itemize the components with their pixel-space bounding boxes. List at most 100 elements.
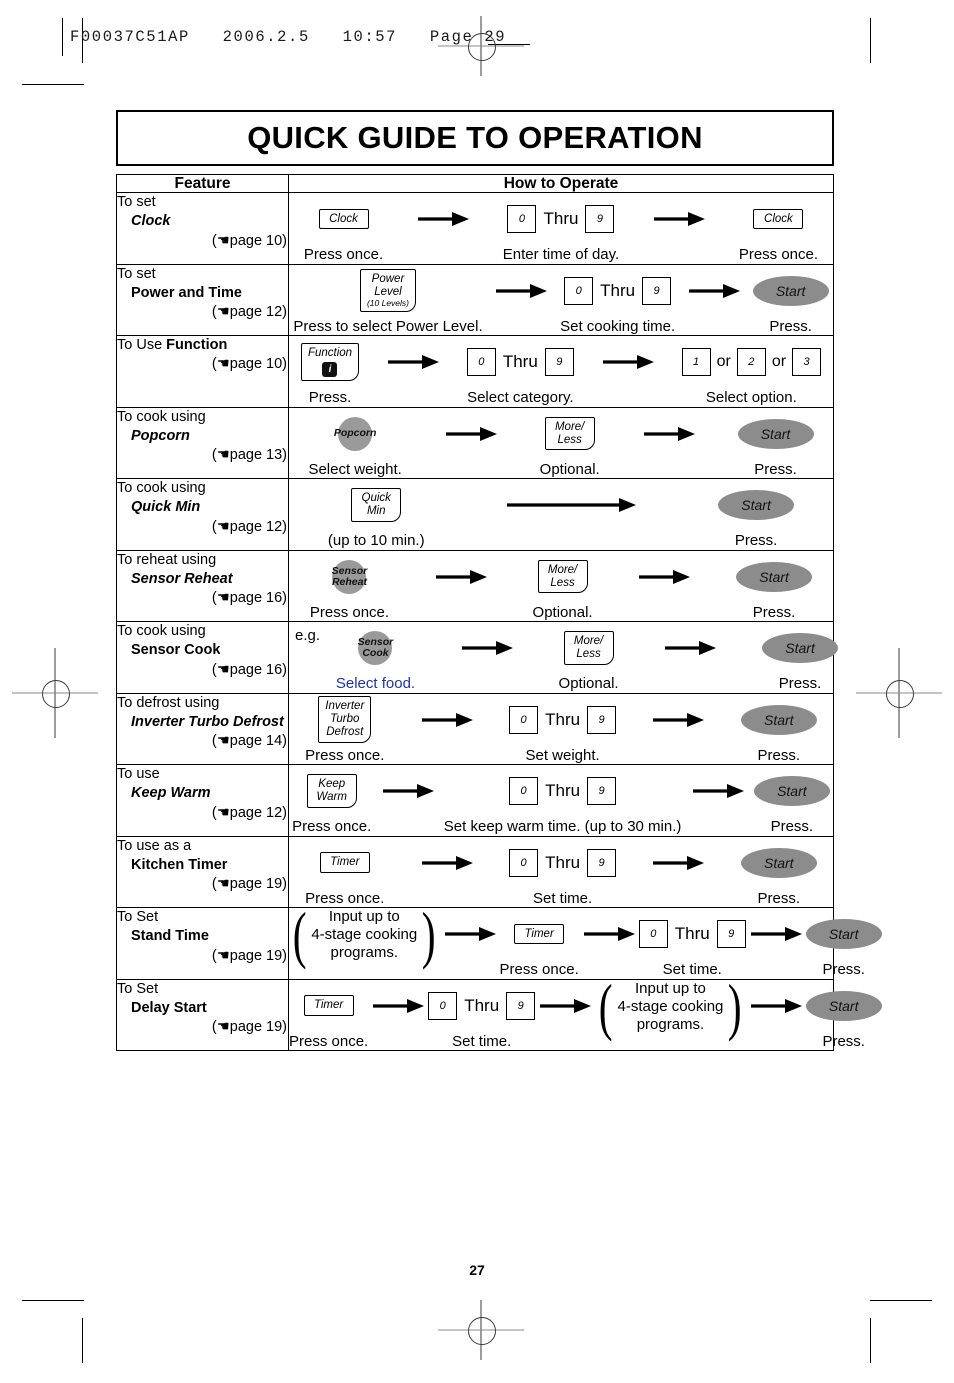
keypad-button-keep-warm[interactable]: Keep Warm [306,774,357,808]
feature-cell: To cook using Quick Min (☚page 12) [116,478,289,551]
start-button[interactable]: Start [762,633,839,664]
start-button[interactable]: Start [718,490,795,521]
option-key-2[interactable]: 2 [736,348,766,377]
thru-label: Thru [464,995,500,1015]
start-button[interactable]: Start [737,418,814,449]
number-key-0[interactable]: 0 [428,991,458,1020]
number-key-9[interactable]: 9 [544,348,574,377]
step-glyph: 0 Thru 9 [466,336,574,388]
number-key-9[interactable]: 9 [506,991,536,1020]
number-key-9[interactable]: 9 [642,276,672,305]
step-glyph: (Input up to 4-stage cooking programs.) [289,903,440,967]
arrow-icon [750,998,802,1013]
crop-mark-bottom-right-horizontal [870,1300,932,1301]
how-to-cell: e.g. Sensor Cook Select food. More/Less Optio… [288,621,839,694]
option-key-3[interactable]: 3 [792,348,822,377]
step-arrow [431,551,491,603]
step-caption: Set time. [452,1032,512,1050]
number-key-0[interactable]: 0 [564,276,594,305]
key-label-line: Clock [329,212,358,225]
keypad-button-timer[interactable]: Timer [319,852,370,873]
step-sequence: Inverter Turbo Defrost Press once. 0 Thru 9 Set… [289,694,833,765]
pad-label: Popcorn [334,428,377,439]
or-label: or [771,353,787,371]
number-key-0[interactable]: 0 [466,348,496,377]
feature-page-reference[interactable]: (☚page 19) [117,1018,288,1037]
start-button[interactable]: Start [736,561,813,592]
keypad-button-timer[interactable]: Timer [514,923,565,945]
start-button[interactable]: Start [753,776,830,807]
feature-page-reference[interactable]: (☚page 16) [117,661,288,680]
operation-step: Start Press. [805,908,882,979]
key-label-line: More/ [554,420,585,433]
step-caption: Select category. [467,389,574,407]
number-key-9[interactable]: 9 [587,777,617,806]
keypad-button-clock[interactable]: Clock [753,208,804,230]
table-row: To Set Stand Time (☚page 19)(Input up to 4-… [116,903,882,980]
feature-page-reference[interactable]: (☚page 13) [117,446,288,465]
number-key-9[interactable]: 9 [587,848,617,877]
keypad-button-more-less[interactable]: More/Less [537,559,588,594]
feature-page-reference[interactable]: (☚page 16) [117,589,288,608]
feature-cell: To reheat using Sensor Reheat (☚page 16) [116,549,289,623]
sensor-pad-button-popcorn[interactable]: Popcorn [334,416,376,451]
table-row: To set Power and Time (☚page 12) Power Level… [116,263,834,337]
print-slug-line: F00037C51AP 2006.2.5 10:57 Page 29 [70,24,506,50]
step-sequence: (Input up to 4-stage cooking programs.) Tim… [289,903,882,979]
arrow-icon [461,641,513,656]
feature-page-reference[interactable]: (☚page 19) [117,875,288,894]
operation-step: More/Less Optional. [559,622,619,693]
quick-guide-table: Feature How to Operate To set Clock (☚page… [116,173,882,1052]
feature-name: Clock [131,213,171,230]
keypad-button-clock[interactable]: Clock [318,208,369,230]
feature-page-reference[interactable]: (☚page 12) [117,303,288,322]
keypad-button-timer[interactable]: Timer [303,995,354,1016]
keypad-button-power-level[interactable]: Power Level (10 Levels) [359,268,417,313]
keypad-button-more-less[interactable]: More/Less [563,631,614,665]
arrow-icon [750,927,802,942]
number-key-0[interactable]: 0 [509,777,539,806]
feature-page-reference[interactable]: (☚page 12) [117,518,288,537]
feature-page-reference[interactable]: (☚page 12) [117,804,288,823]
brace-line: 4-stage cooking [311,926,418,944]
keypad-button-function[interactable]: Function i [300,343,360,381]
table-row: To Set Delay Start (☚page 19) Timer Press on… [116,974,882,1052]
feature-name: Kitchen Timer [131,856,228,873]
brace-content: Input up to 4-stage cooking programs. [617,980,725,1034]
start-button[interactable]: Start [805,990,882,1021]
start-button[interactable]: Start [805,919,882,950]
number-key-0[interactable]: 0 [509,848,539,877]
number-key-0[interactable]: 0 [638,920,668,949]
operation-step: Quick Min (up to 10 min.) [328,479,425,550]
arrow-icon [382,784,434,799]
number-key-9[interactable]: 9 [587,705,617,734]
arrow-icon [653,712,705,727]
keypad-button-inverter-turbo-defrost[interactable]: Inverter Turbo Defrost [318,696,372,743]
arrow-icon [421,712,473,727]
step-caption: Optional. [532,603,593,621]
step-glyph: More/Less [537,551,588,603]
feature-lead: To Set [117,980,159,997]
option-key-1[interactable]: 1 [681,348,711,377]
table-row: To defrost using Inverter Turbo Defrost (☚… [116,692,834,766]
keypad-button-quick-min[interactable]: Quick Min [351,488,402,522]
start-button[interactable]: Start [740,704,817,735]
operation-step: 0 Thru 9 Set time. [509,837,617,908]
step-caption: Press once. [292,818,372,836]
sensor-pad-button-sensor-reheat[interactable]: Sensor Reheat [332,559,367,594]
feature-page-reference[interactable]: (☚page 10) [117,232,288,251]
crop-mark-bottom-left-horizontal [22,1300,84,1301]
number-key-9[interactable]: 9 [585,205,615,234]
keypad-button-more-less[interactable]: More/Less [544,416,595,451]
sensor-pad-button-sensor-cook[interactable]: Sensor Cook [358,631,393,666]
feature-page-reference[interactable]: (☚page 19) [117,947,288,966]
start-button[interactable]: Start [740,847,817,878]
feature-page-reference[interactable]: (☚page 14) [117,732,288,751]
step-caption: Press once. [499,961,579,979]
brace-group: (Input up to 4-stage cooking programs.) [289,903,440,967]
number-key-0[interactable]: 0 [509,705,539,734]
feature-page-reference[interactable]: (☚page 10) [117,355,288,374]
start-button[interactable]: Start [752,275,829,306]
number-key-0[interactable]: 0 [507,205,537,234]
number-key-9[interactable]: 9 [716,920,746,949]
